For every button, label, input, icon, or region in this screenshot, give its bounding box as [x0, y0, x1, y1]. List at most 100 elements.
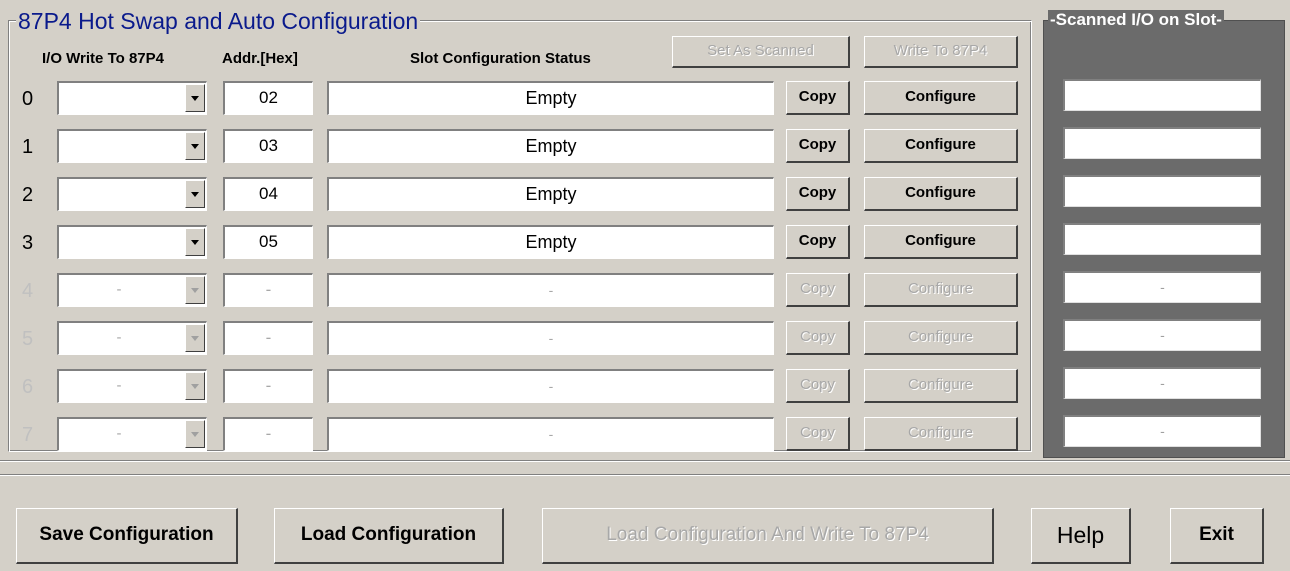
configure-button[interactable]: Configure — [864, 417, 1018, 451]
io-write-combo[interactable] — [57, 81, 207, 115]
slot-row: 5- - - Copy Configure — [0, 321, 1040, 361]
copy-button[interactable]: Copy — [786, 225, 850, 259]
dropdown-button[interactable] — [185, 84, 205, 112]
scanned-io-title: -Scanned I/O on Slot- — [1048, 10, 1224, 30]
scanned-io-field — [1063, 79, 1261, 111]
io-write-combo[interactable] — [57, 225, 207, 259]
io-write-value — [59, 131, 179, 161]
configure-button[interactable]: Configure — [864, 81, 1018, 115]
io-write-combo[interactable] — [57, 177, 207, 211]
io-write-combo[interactable]: - — [57, 369, 207, 403]
io-write-value — [59, 83, 179, 113]
copy-button[interactable]: Copy — [786, 417, 850, 451]
dropdown-button[interactable] — [185, 132, 205, 160]
io-write-combo[interactable]: - — [57, 417, 207, 451]
io-write-value: - — [116, 329, 122, 346]
copy-button[interactable]: Copy — [786, 177, 850, 211]
address-field[interactable]: 03 — [223, 129, 313, 163]
slot-row: 7- - - Copy Configure — [0, 417, 1040, 457]
address-field[interactable]: - — [223, 273, 313, 307]
scanned-io-field: - — [1063, 415, 1261, 447]
slot-status-field: Empty — [327, 177, 774, 211]
scanned-io-field: - — [1063, 271, 1261, 303]
configure-button[interactable]: Configure — [864, 321, 1018, 355]
slot-row: 0 02 Empty Copy Configure — [0, 81, 1040, 121]
configure-button[interactable]: Configure — [864, 273, 1018, 307]
slot-status-field: Empty — [327, 129, 774, 163]
io-write-combo[interactable]: - — [57, 321, 207, 355]
dropdown-button[interactable] — [185, 372, 205, 400]
configure-button[interactable]: Configure — [864, 129, 1018, 163]
scanned-io-field: - — [1063, 319, 1261, 351]
dropdown-button[interactable] — [185, 276, 205, 304]
slot-number: 7 — [22, 424, 34, 446]
chevron-down-icon — [191, 192, 199, 197]
slot-status-field: Empty — [327, 225, 774, 259]
dropdown-button[interactable] — [185, 180, 205, 208]
copy-button[interactable]: Copy — [786, 129, 850, 163]
chevron-down-icon — [191, 240, 199, 245]
scanned-io-field: - — [1063, 367, 1261, 399]
copy-button[interactable]: Copy — [786, 273, 850, 307]
chevron-down-icon — [191, 96, 199, 101]
copy-button[interactable]: Copy — [786, 369, 850, 403]
set-as-scanned-button[interactable]: Set As Scanned — [672, 36, 850, 68]
copy-button[interactable]: Copy — [786, 81, 850, 115]
io-write-combo[interactable] — [57, 129, 207, 163]
dropdown-button[interactable] — [185, 228, 205, 256]
slot-row: 1 03 Empty Copy Configure — [0, 129, 1040, 169]
io-write-combo[interactable]: - — [57, 273, 207, 307]
io-write-header: I/O Write To 87P4 — [42, 50, 164, 67]
configure-button[interactable]: Configure — [864, 369, 1018, 403]
addr-header: Addr.[Hex] — [222, 50, 298, 67]
io-write-value: - — [116, 425, 122, 442]
slot-number: 3 — [22, 232, 34, 254]
slot-number: 5 — [22, 328, 34, 350]
load-configuration-button[interactable]: Load Configuration — [274, 508, 504, 564]
dropdown-button[interactable] — [185, 324, 205, 352]
dropdown-button[interactable] — [185, 420, 205, 448]
load-configuration-and-write-button[interactable]: Load Configuration And Write To 87P4 — [542, 508, 994, 564]
help-button[interactable]: Help — [1031, 508, 1131, 564]
address-field[interactable]: 05 — [223, 225, 313, 259]
save-configuration-button[interactable]: Save Configuration — [16, 508, 238, 564]
slot-row: 2 04 Empty Copy Configure — [0, 177, 1040, 217]
slot-status-field: - — [327, 369, 774, 403]
slot-number: 0 — [22, 88, 34, 110]
slot-row: 6- - - Copy Configure — [0, 369, 1040, 409]
slot-status-field: - — [327, 321, 774, 355]
chevron-down-icon — [191, 336, 199, 341]
copy-button[interactable]: Copy — [786, 321, 850, 355]
scanned-io-field — [1063, 175, 1261, 207]
address-field[interactable]: 02 — [223, 81, 313, 115]
configure-button[interactable]: Configure — [864, 177, 1018, 211]
chevron-down-icon — [191, 432, 199, 437]
address-field[interactable]: - — [223, 369, 313, 403]
io-write-value — [59, 227, 179, 257]
scanned-io-field — [1063, 127, 1261, 159]
status-header: Slot Configuration Status — [410, 50, 591, 67]
separator — [0, 460, 1290, 462]
slot-status-field: - — [327, 273, 774, 307]
slot-number: 4 — [22, 280, 34, 302]
chevron-down-icon — [191, 384, 199, 389]
slot-number: 2 — [22, 184, 34, 206]
configure-button[interactable]: Configure — [864, 225, 1018, 259]
exit-button[interactable]: Exit — [1170, 508, 1264, 564]
chevron-down-icon — [191, 288, 199, 293]
io-write-value — [59, 179, 179, 209]
scanned-io-field — [1063, 223, 1261, 255]
address-field[interactable]: - — [223, 321, 313, 355]
group-title: 87P4 Hot Swap and Auto Configuration — [16, 8, 421, 34]
address-field[interactable]: 04 — [223, 177, 313, 211]
slot-status-field: Empty — [327, 81, 774, 115]
address-field[interactable]: - — [223, 417, 313, 451]
write-to-87p4-button[interactable]: Write To 87P4 — [864, 36, 1018, 68]
slot-number: 6 — [22, 376, 34, 398]
io-write-value: - — [116, 377, 122, 394]
slot-row: 4- - - Copy Configure — [0, 273, 1040, 313]
slot-number: 1 — [22, 136, 34, 158]
slot-row: 3 05 Empty Copy Configure — [0, 225, 1040, 265]
slot-status-field: - — [327, 417, 774, 451]
io-write-value: - — [116, 281, 122, 298]
